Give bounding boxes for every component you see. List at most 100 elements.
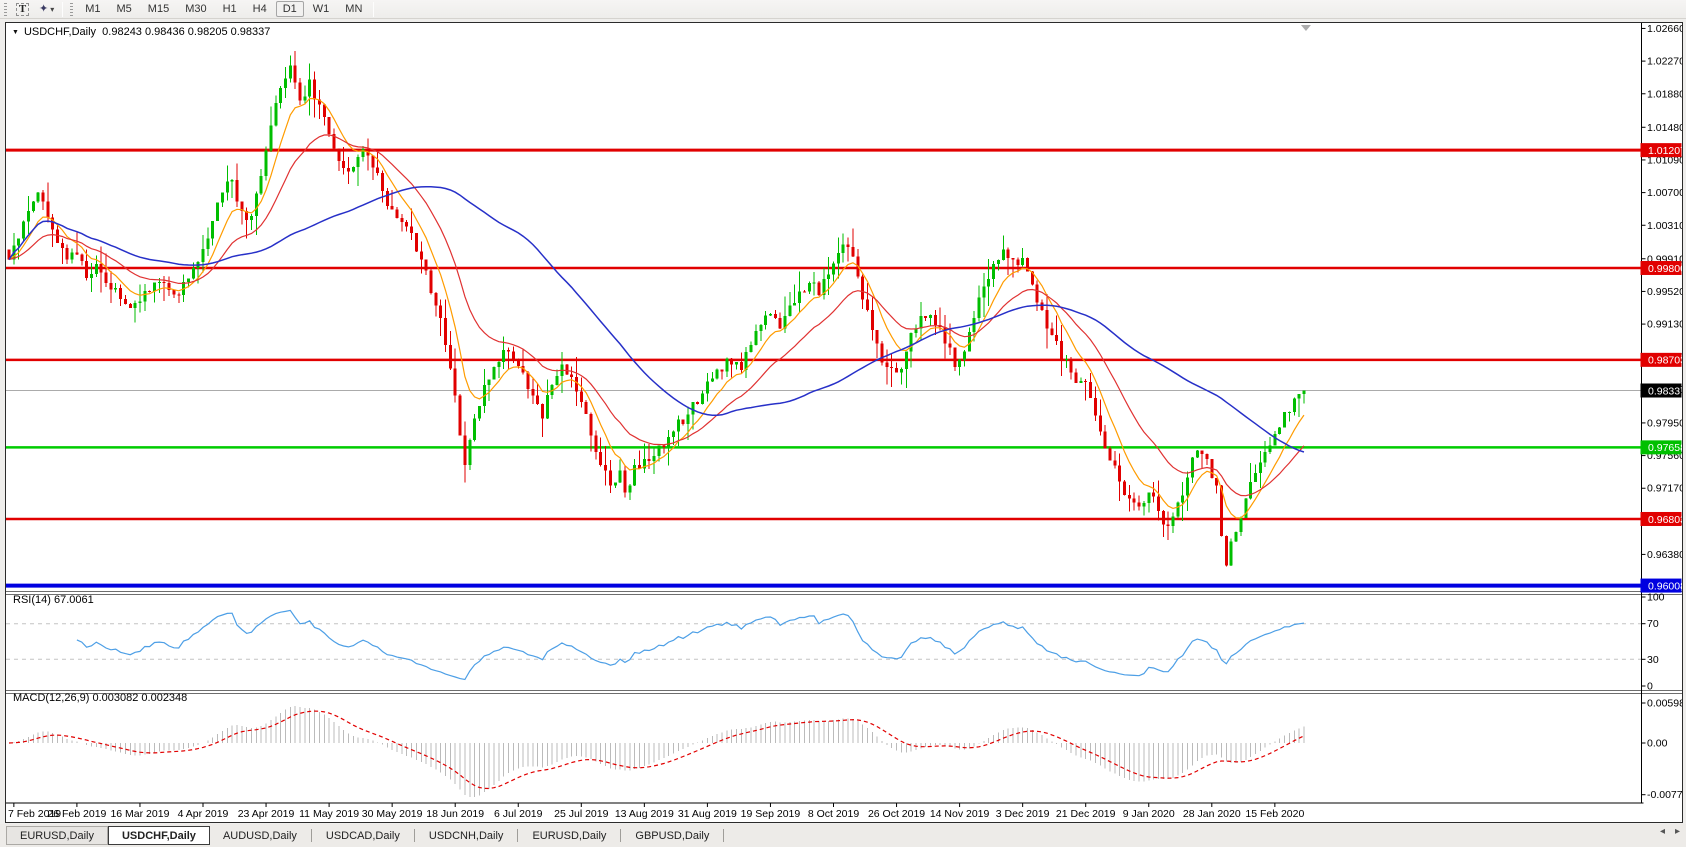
tab-separator: [413, 829, 415, 842]
timeframe-button-D1[interactable]: D1: [275, 1, 304, 17]
svg-text:0.96803: 0.96803: [1648, 514, 1682, 526]
chart-window[interactable]: 1.02660 1.02270 1.01880 1.01480 1.01090 1.007…: [5, 22, 1683, 823]
chart-tab-gbpusd-daily[interactable]: GBPUSD,Daily: [622, 826, 722, 845]
text-tool-icon: T: [16, 2, 29, 16]
date-tick-label: 14 Nov 2019: [930, 808, 990, 820]
svg-text:-0.007737: -0.007737: [1647, 789, 1682, 801]
date-tick-label: 26 Oct 2019: [868, 808, 925, 820]
macd-indicator-label: MACD(12,26,9) 0.003082 0.002348: [13, 692, 188, 704]
date-tick-label: 8 Oct 2019: [808, 808, 860, 820]
macd-histogram: [13, 706, 1305, 798]
toolbar-separator: [62, 1, 64, 17]
date-tick-label: 31 Aug 2019: [678, 808, 737, 820]
sma-55-line: [8, 185, 1305, 453]
text-tool-button[interactable]: T: [11, 1, 34, 18]
chart-tab-usdchf-daily[interactable]: USDCHF,Daily: [107, 826, 210, 845]
svg-text:1.02270: 1.02270: [1647, 56, 1682, 68]
date-tick-label: 13 Aug 2019: [615, 808, 674, 820]
price-tag-0.96803: 0.96803: [1640, 511, 1682, 526]
objects-dropdown-button[interactable]: ✦ ▾: [34, 1, 59, 18]
svg-text:0.005986: 0.005986: [1647, 698, 1682, 710]
chart-tab-audusd-daily[interactable]: AUDUSD,Daily: [210, 826, 310, 845]
ema-21-line: [8, 134, 1305, 497]
svg-text:1.01880: 1.01880: [1647, 88, 1682, 100]
macd-panel: [8, 706, 1305, 798]
date-tick-label: 19 Sep 2019: [741, 808, 801, 820]
timeframe-button-M30[interactable]: M30: [178, 1, 213, 17]
window-menu-icon[interactable]: ▼: [12, 29, 19, 36]
timeframe-button-H1[interactable]: H1: [216, 1, 244, 17]
chart-title-text: USDCHF,Daily 0.98243 0.98436 0.98205 0.9…: [23, 26, 271, 38]
panel-borders: [6, 23, 1682, 804]
tab-separator: [620, 829, 622, 842]
price-tag-1.01207: 1.01207: [1640, 143, 1682, 158]
price-tag-0.96008: 0.96008: [1640, 578, 1682, 593]
timeframe-button-M1[interactable]: M1: [78, 1, 107, 17]
timeframe-button-group: M1 M5 M15 M30 H1 H4 D1 W1 MN: [77, 1, 370, 17]
chart-tab-usdcad-daily[interactable]: USDCAD,Daily: [313, 826, 413, 845]
date-tick-label: 4 Apr 2019: [178, 808, 229, 820]
svg-text:1.00310: 1.00310: [1647, 220, 1682, 232]
chart-canvas[interactable]: 1.026601.022701.018801.014801.010901.007…: [6, 23, 1682, 822]
objects-icon: ✦: [39, 2, 49, 15]
price-tag-0.99800: 0.99800: [1640, 260, 1682, 275]
svg-text:0.97658: 0.97658: [1648, 442, 1682, 454]
chevron-down-icon: ▾: [50, 4, 55, 14]
rsi-line: [76, 609, 1305, 681]
chart-tab-eurusd-daily[interactable]: EURUSD,Daily: [6, 826, 108, 845]
chart-tab-bar: EURUSD,Daily USDCHF,Daily AUDUSD,Daily USDC…: [0, 824, 1686, 847]
svg-text:0: 0: [1647, 681, 1653, 693]
date-tick-label: 16 Mar 2019: [110, 808, 169, 820]
timeframe-button-H4[interactable]: H4: [246, 1, 274, 17]
tab-scroll-buttons: ◂ ▸: [1660, 826, 1680, 837]
toolbar-drag-handle[interactable]: [4, 2, 7, 16]
svg-text:0.99130: 0.99130: [1647, 319, 1682, 331]
rsi-panel: [6, 609, 1641, 681]
date-tick-label: 30 May 2019: [362, 808, 423, 820]
date-tick-label: 15 Feb 2020: [1245, 808, 1304, 820]
tab-separator: [723, 829, 725, 842]
svg-text:0.97170: 0.97170: [1647, 483, 1682, 495]
rsi-axis: 100 70 30 0: [1641, 592, 1665, 693]
svg-text:1.01207: 1.01207: [1648, 145, 1682, 157]
mt4-terminal: T ✦ ▾ M1 M5 M15 M30 H1 H4 D1 W1 MN 1.02660 1.0227…: [0, 0, 1686, 847]
date-tick-label: 9 Jan 2020: [1123, 808, 1175, 820]
svg-text:0.98337: 0.98337: [1648, 385, 1682, 397]
svg-text:100: 100: [1647, 592, 1665, 604]
chart-shift-marker: [1300, 25, 1311, 31]
toolbar-drag-handle[interactable]: [70, 2, 74, 16]
price-tag-0.97658: 0.97658: [1640, 440, 1682, 455]
svg-text:1.01480: 1.01480: [1647, 122, 1682, 134]
chart-title: ▼ USDCHF,Daily 0.98243 0.98436 0.98205 0…: [12, 26, 270, 38]
date-tick-label: 11 May 2019: [299, 808, 359, 820]
price-tag-0.98703: 0.98703: [1640, 352, 1682, 367]
svg-text:30: 30: [1647, 654, 1659, 666]
toolbar: T ✦ ▾ M1 M5 M15 M30 H1 H4 D1 W1 MN: [0, 0, 1686, 19]
svg-text:0.96008: 0.96008: [1648, 580, 1682, 592]
price-tag-0.98337: 0.98337: [1640, 383, 1682, 398]
svg-text:0.98703: 0.98703: [1648, 355, 1682, 367]
tab-scroll-left-icon[interactable]: ◂: [1660, 826, 1665, 837]
svg-text:1.00700: 1.00700: [1647, 187, 1682, 199]
svg-text:0.99520: 0.99520: [1647, 286, 1682, 298]
macd-axis: 0.005986 0.00 -0.007737: [1641, 698, 1682, 801]
date-tick-label: 21 Dec 2019: [1056, 808, 1116, 820]
tab-separator: [310, 829, 312, 842]
tab-separator: [517, 829, 519, 842]
svg-text:1.02660: 1.02660: [1647, 23, 1682, 35]
svg-text:70: 70: [1647, 618, 1659, 630]
date-tick-label: 28 Jan 2020: [1183, 808, 1241, 820]
price-axis: 1.026601.022701.018801.014801.010901.007…: [1641, 23, 1682, 561]
candlestick-series: [7, 50, 1306, 567]
date-tick-label: 23 Apr 2019: [238, 808, 295, 820]
date-tick-label: 26 Feb 2019: [47, 808, 106, 820]
tab-scroll-right-icon[interactable]: ▸: [1675, 826, 1680, 837]
timeframe-button-M15[interactable]: M15: [141, 1, 176, 17]
timeframe-button-MN[interactable]: MN: [338, 1, 369, 17]
date-tick-label: 3 Dec 2019: [996, 808, 1050, 820]
timeframe-button-M5[interactable]: M5: [110, 1, 139, 17]
rsi-indicator-label: RSI(14) 67.0061: [13, 594, 94, 606]
chart-tab-usdcnh-daily[interactable]: USDCNH,Daily: [416, 826, 517, 845]
chart-tab-eurusd-daily[interactable]: EURUSD,Daily: [519, 826, 619, 845]
timeframe-button-W1[interactable]: W1: [306, 1, 337, 17]
